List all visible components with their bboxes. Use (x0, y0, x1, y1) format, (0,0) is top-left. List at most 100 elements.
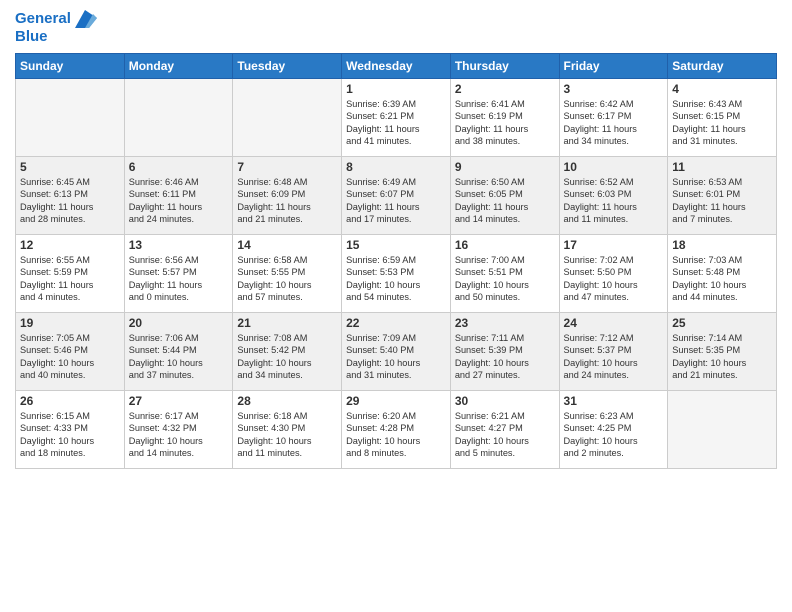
day-number: 29 (346, 394, 446, 408)
day-info: Sunrise: 6:58 AM Sunset: 5:55 PM Dayligh… (237, 254, 337, 304)
calendar-cell (233, 79, 342, 157)
day-info: Sunrise: 6:41 AM Sunset: 6:19 PM Dayligh… (455, 98, 555, 148)
day-info: Sunrise: 6:39 AM Sunset: 6:21 PM Dayligh… (346, 98, 446, 148)
calendar-cell: 25 Sunrise: 7:14 AM Sunset: 5:35 PM Dayli… (668, 313, 777, 391)
day-info: Sunrise: 7:02 AM Sunset: 5:50 PM Dayligh… (564, 254, 664, 304)
day-info: Sunrise: 6:46 AM Sunset: 6:11 PM Dayligh… (129, 176, 229, 226)
day-number: 16 (455, 238, 555, 252)
day-number: 19 (20, 316, 120, 330)
day-number: 31 (564, 394, 664, 408)
day-number: 21 (237, 316, 337, 330)
day-number: 14 (237, 238, 337, 252)
day-number: 6 (129, 160, 229, 174)
day-info: Sunrise: 6:17 AM Sunset: 4:32 PM Dayligh… (129, 410, 229, 460)
day-number: 13 (129, 238, 229, 252)
calendar-header-friday: Friday (559, 54, 668, 79)
day-number: 28 (237, 394, 337, 408)
day-info: Sunrise: 6:21 AM Sunset: 4:27 PM Dayligh… (455, 410, 555, 460)
day-number: 7 (237, 160, 337, 174)
day-number: 4 (672, 82, 772, 96)
day-info: Sunrise: 7:09 AM Sunset: 5:40 PM Dayligh… (346, 332, 446, 382)
day-number: 22 (346, 316, 446, 330)
calendar-cell: 27 Sunrise: 6:17 AM Sunset: 4:32 PM Dayli… (124, 391, 233, 469)
day-number: 20 (129, 316, 229, 330)
calendar-cell: 15 Sunrise: 6:59 AM Sunset: 5:53 PM Dayli… (342, 235, 451, 313)
day-info: Sunrise: 6:59 AM Sunset: 5:53 PM Dayligh… (346, 254, 446, 304)
day-number: 12 (20, 238, 120, 252)
calendar-week-3: 19 Sunrise: 7:05 AM Sunset: 5:46 PM Dayli… (16, 313, 777, 391)
calendar-cell: 16 Sunrise: 7:00 AM Sunset: 5:51 PM Dayli… (450, 235, 559, 313)
calendar-week-0: 1 Sunrise: 6:39 AM Sunset: 6:21 PM Daylig… (16, 79, 777, 157)
day-info: Sunrise: 6:53 AM Sunset: 6:01 PM Dayligh… (672, 176, 772, 226)
day-number: 15 (346, 238, 446, 252)
calendar-cell: 2 Sunrise: 6:41 AM Sunset: 6:19 PM Daylig… (450, 79, 559, 157)
calendar-cell (124, 79, 233, 157)
calendar-cell: 22 Sunrise: 7:09 AM Sunset: 5:40 PM Dayli… (342, 313, 451, 391)
calendar-week-2: 12 Sunrise: 6:55 AM Sunset: 5:59 PM Dayli… (16, 235, 777, 313)
day-number: 25 (672, 316, 772, 330)
calendar-header-row: SundayMondayTuesdayWednesdayThursdayFrid… (16, 54, 777, 79)
logo-text: General (15, 10, 97, 28)
day-info: Sunrise: 7:03 AM Sunset: 5:48 PM Dayligh… (672, 254, 772, 304)
day-info: Sunrise: 6:42 AM Sunset: 6:17 PM Dayligh… (564, 98, 664, 148)
calendar-week-4: 26Sunrise: 6:15 AM Sunset: 4:33 PM Dayli… (16, 391, 777, 469)
calendar-cell: 29Sunrise: 6:20 AM Sunset: 4:28 PM Dayli… (342, 391, 451, 469)
calendar-cell: 18 Sunrise: 7:03 AM Sunset: 5:48 PM Dayli… (668, 235, 777, 313)
calendar-cell: 7 Sunrise: 6:48 AM Sunset: 6:09 PM Daylig… (233, 157, 342, 235)
logo-blue: Blue (15, 28, 97, 45)
day-info: Sunrise: 7:08 AM Sunset: 5:42 PM Dayligh… (237, 332, 337, 382)
day-number: 18 (672, 238, 772, 252)
calendar-cell: 26Sunrise: 6:15 AM Sunset: 4:33 PM Dayli… (16, 391, 125, 469)
calendar-cell: 1 Sunrise: 6:39 AM Sunset: 6:21 PM Daylig… (342, 79, 451, 157)
calendar-cell: 24 Sunrise: 7:12 AM Sunset: 5:37 PM Dayli… (559, 313, 668, 391)
page: General Blue SundayMondayTuesdayWednesda… (0, 0, 792, 612)
calendar-cell: 23 Sunrise: 7:11 AM Sunset: 5:39 PM Dayli… (450, 313, 559, 391)
calendar-cell: 20 Sunrise: 7:06 AM Sunset: 5:44 PM Dayli… (124, 313, 233, 391)
calendar-table: SundayMondayTuesdayWednesdayThursdayFrid… (15, 53, 777, 469)
day-number: 5 (20, 160, 120, 174)
day-number: 9 (455, 160, 555, 174)
day-info: Sunrise: 6:45 AM Sunset: 6:13 PM Dayligh… (20, 176, 120, 226)
day-info: Sunrise: 6:55 AM Sunset: 5:59 PM Dayligh… (20, 254, 120, 304)
calendar-cell: 13 Sunrise: 6:56 AM Sunset: 5:57 PM Dayli… (124, 235, 233, 313)
day-info: Sunrise: 7:11 AM Sunset: 5:39 PM Dayligh… (455, 332, 555, 382)
calendar-cell: 3Sunrise: 6:42 AM Sunset: 6:17 PM Daylig… (559, 79, 668, 157)
calendar-header-thursday: Thursday (450, 54, 559, 79)
day-number: 30 (455, 394, 555, 408)
day-info: Sunrise: 6:52 AM Sunset: 6:03 PM Dayligh… (564, 176, 664, 226)
day-info: Sunrise: 6:18 AM Sunset: 4:30 PM Dayligh… (237, 410, 337, 460)
day-info: Sunrise: 7:00 AM Sunset: 5:51 PM Dayligh… (455, 254, 555, 304)
day-number: 1 (346, 82, 446, 96)
calendar-cell (16, 79, 125, 157)
calendar-cell: 21 Sunrise: 7:08 AM Sunset: 5:42 PM Dayli… (233, 313, 342, 391)
day-info: Sunrise: 7:14 AM Sunset: 5:35 PM Dayligh… (672, 332, 772, 382)
calendar-header-monday: Monday (124, 54, 233, 79)
day-info: Sunrise: 6:48 AM Sunset: 6:09 PM Dayligh… (237, 176, 337, 226)
calendar-cell: 11Sunrise: 6:53 AM Sunset: 6:01 PM Dayli… (668, 157, 777, 235)
day-number: 10 (564, 160, 664, 174)
calendar-cell: 5 Sunrise: 6:45 AM Sunset: 6:13 PM Daylig… (16, 157, 125, 235)
day-number: 23 (455, 316, 555, 330)
day-info: Sunrise: 7:12 AM Sunset: 5:37 PM Dayligh… (564, 332, 664, 382)
day-number: 27 (129, 394, 229, 408)
day-number: 17 (564, 238, 664, 252)
day-info: Sunrise: 7:05 AM Sunset: 5:46 PM Dayligh… (20, 332, 120, 382)
calendar-cell: 8Sunrise: 6:49 AM Sunset: 6:07 PM Daylig… (342, 157, 451, 235)
calendar-cell: 30 Sunrise: 6:21 AM Sunset: 4:27 PM Dayli… (450, 391, 559, 469)
day-info: Sunrise: 6:56 AM Sunset: 5:57 PM Dayligh… (129, 254, 229, 304)
day-number: 2 (455, 82, 555, 96)
logo: General Blue (15, 10, 97, 45)
day-number: 26 (20, 394, 120, 408)
logo-icon (75, 10, 97, 28)
calendar-cell: 12 Sunrise: 6:55 AM Sunset: 5:59 PM Dayli… (16, 235, 125, 313)
calendar-cell: 14 Sunrise: 6:58 AM Sunset: 5:55 PM Dayli… (233, 235, 342, 313)
day-info: Sunrise: 6:49 AM Sunset: 6:07 PM Dayligh… (346, 176, 446, 226)
calendar-header-saturday: Saturday (668, 54, 777, 79)
day-info: Sunrise: 6:23 AM Sunset: 4:25 PM Dayligh… (564, 410, 664, 460)
calendar-cell: 31 Sunrise: 6:23 AM Sunset: 4:25 PM Dayli… (559, 391, 668, 469)
day-number: 24 (564, 316, 664, 330)
calendar-cell: 17 Sunrise: 7:02 AM Sunset: 5:50 PM Dayli… (559, 235, 668, 313)
calendar-cell (668, 391, 777, 469)
calendar-header-sunday: Sunday (16, 54, 125, 79)
day-info: Sunrise: 7:06 AM Sunset: 5:44 PM Dayligh… (129, 332, 229, 382)
